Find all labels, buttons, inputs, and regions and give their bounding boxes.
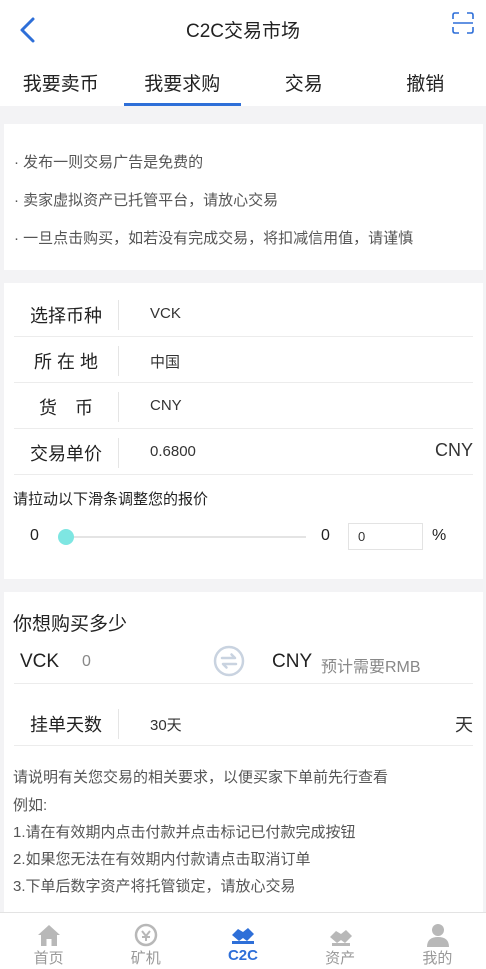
divider — [118, 438, 119, 468]
remark-text: 请说明有关您交易的相关要求，以便买家下单前先行查看 — [13, 769, 389, 786]
coin-label: 选择币种 — [30, 306, 102, 326]
nav-profile[interactable]: 我的 — [389, 913, 486, 969]
tab-sell[interactable]: 我要卖币 — [0, 58, 122, 106]
location-label: 所 在 地 — [33, 352, 98, 372]
price-input[interactable]: 0.6800 — [150, 443, 196, 460]
coin-amount-input[interactable]: 0 — [82, 653, 91, 671]
bottom-nav: 首页 矿机 C2C 资产 我的 — [0, 912, 486, 969]
tab-bar: 我要卖币 我要求购 交易 撤销 — [0, 58, 486, 106]
location-row[interactable]: 所 在 地 中国 — [14, 337, 473, 383]
currency-row[interactable]: 货 币 CNY — [14, 383, 473, 429]
c2c-icon — [232, 928, 255, 944]
days-unit: 天 — [455, 715, 473, 735]
tab-cancel[interactable]: 撤销 — [365, 58, 486, 106]
remark-text: 1.请在有效期内点击付款并点击标记已付款完成按钮 — [13, 824, 356, 841]
swap-icon[interactable] — [213, 645, 245, 677]
scan-icon[interactable] — [451, 11, 475, 35]
slider-min-value: 0 — [30, 527, 39, 544]
price-slider-handle[interactable] — [58, 529, 74, 545]
divider — [118, 392, 119, 422]
coin-value[interactable]: VCK — [150, 305, 181, 322]
profile-icon — [426, 924, 449, 947]
days-label: 挂单天数 — [30, 715, 102, 735]
buy-amount-card: 你想购买多少 VCK 0 CNY 预计需要RMB 挂单天数 30天 天 请说明有… — [4, 592, 483, 912]
nav-home[interactable]: 首页 — [0, 913, 97, 969]
nav-label: 资产 — [325, 950, 356, 967]
price-row: 交易单价 0.6800 CNY — [14, 429, 473, 475]
nav-label: C2C — [227, 947, 258, 964]
divider — [118, 346, 119, 376]
nav-label: 矿机 — [130, 950, 161, 967]
remark-text: 3.下单后数字资产将托管锁定，请放心交易 — [13, 878, 296, 895]
rmb-amount-input[interactable]: 预计需要RMB — [321, 653, 421, 677]
notice-line: · 卖家虚拟资产已托管平台，请放心交易 — [14, 192, 279, 209]
slider-max-value: 0 — [321, 527, 330, 544]
assets-icon — [329, 930, 352, 946]
nav-label: 我的 — [422, 950, 453, 967]
amount-row: VCK 0 CNY 预计需要RMB — [14, 640, 473, 684]
price-slider-track[interactable] — [66, 536, 306, 538]
notice-line: · 一旦点击购买，如若没有完成交易，将扣减信用值，请谨慎 — [14, 230, 414, 247]
page-title: C2C交易市场 — [185, 21, 300, 42]
currency-symbol: CNY — [272, 651, 313, 672]
header-bar: C2C交易市场 — [0, 0, 486, 58]
currency-label: 货 币 — [39, 398, 93, 418]
nav-c2c[interactable]: C2C — [194, 913, 291, 969]
remark-text: 2.如果您无法在有效期内付款请点击取消订单 — [13, 851, 311, 868]
nav-assets[interactable]: 资产 — [292, 913, 389, 969]
miner-icon — [134, 923, 158, 947]
notice-line: · 发布一则交易广告是免费的 — [14, 154, 204, 171]
section-title: 你想购买多少 — [13, 614, 128, 635]
tab-trade[interactable]: 交易 — [243, 58, 365, 106]
notice-card: · 发布一则交易广告是免费的 · 卖家虚拟资产已托管平台，请放心交易 · 一旦点… — [4, 124, 483, 270]
nav-label: 首页 — [33, 950, 64, 967]
home-icon — [38, 925, 60, 946]
days-input[interactable]: 30天 — [150, 714, 182, 735]
slider-hint: 请拉动以下滑条调整您的报价 — [13, 491, 209, 508]
remark-text: 例如: — [13, 797, 48, 814]
order-form-card: 选择币种 VCK 所 在 地 中国 货 币 CNY 交易单价 0.6800 CN… — [4, 283, 483, 579]
price-label: 交易单价 — [30, 444, 102, 464]
price-unit: CNY — [434, 440, 473, 460]
days-row: 挂单天数 30天 天 — [14, 700, 473, 746]
location-value[interactable]: 中国 — [150, 351, 180, 372]
nav-miner[interactable]: 矿机 — [97, 913, 194, 969]
currency-value[interactable]: CNY — [150, 397, 182, 414]
divider — [118, 300, 119, 330]
coin-symbol: VCK — [20, 651, 60, 672]
percent-input[interactable] — [348, 523, 423, 550]
tab-buy[interactable]: 我要求购 — [122, 58, 244, 106]
divider — [118, 709, 119, 739]
coin-select-row[interactable]: 选择币种 VCK — [14, 291, 473, 337]
percent-sign: % — [432, 527, 447, 544]
